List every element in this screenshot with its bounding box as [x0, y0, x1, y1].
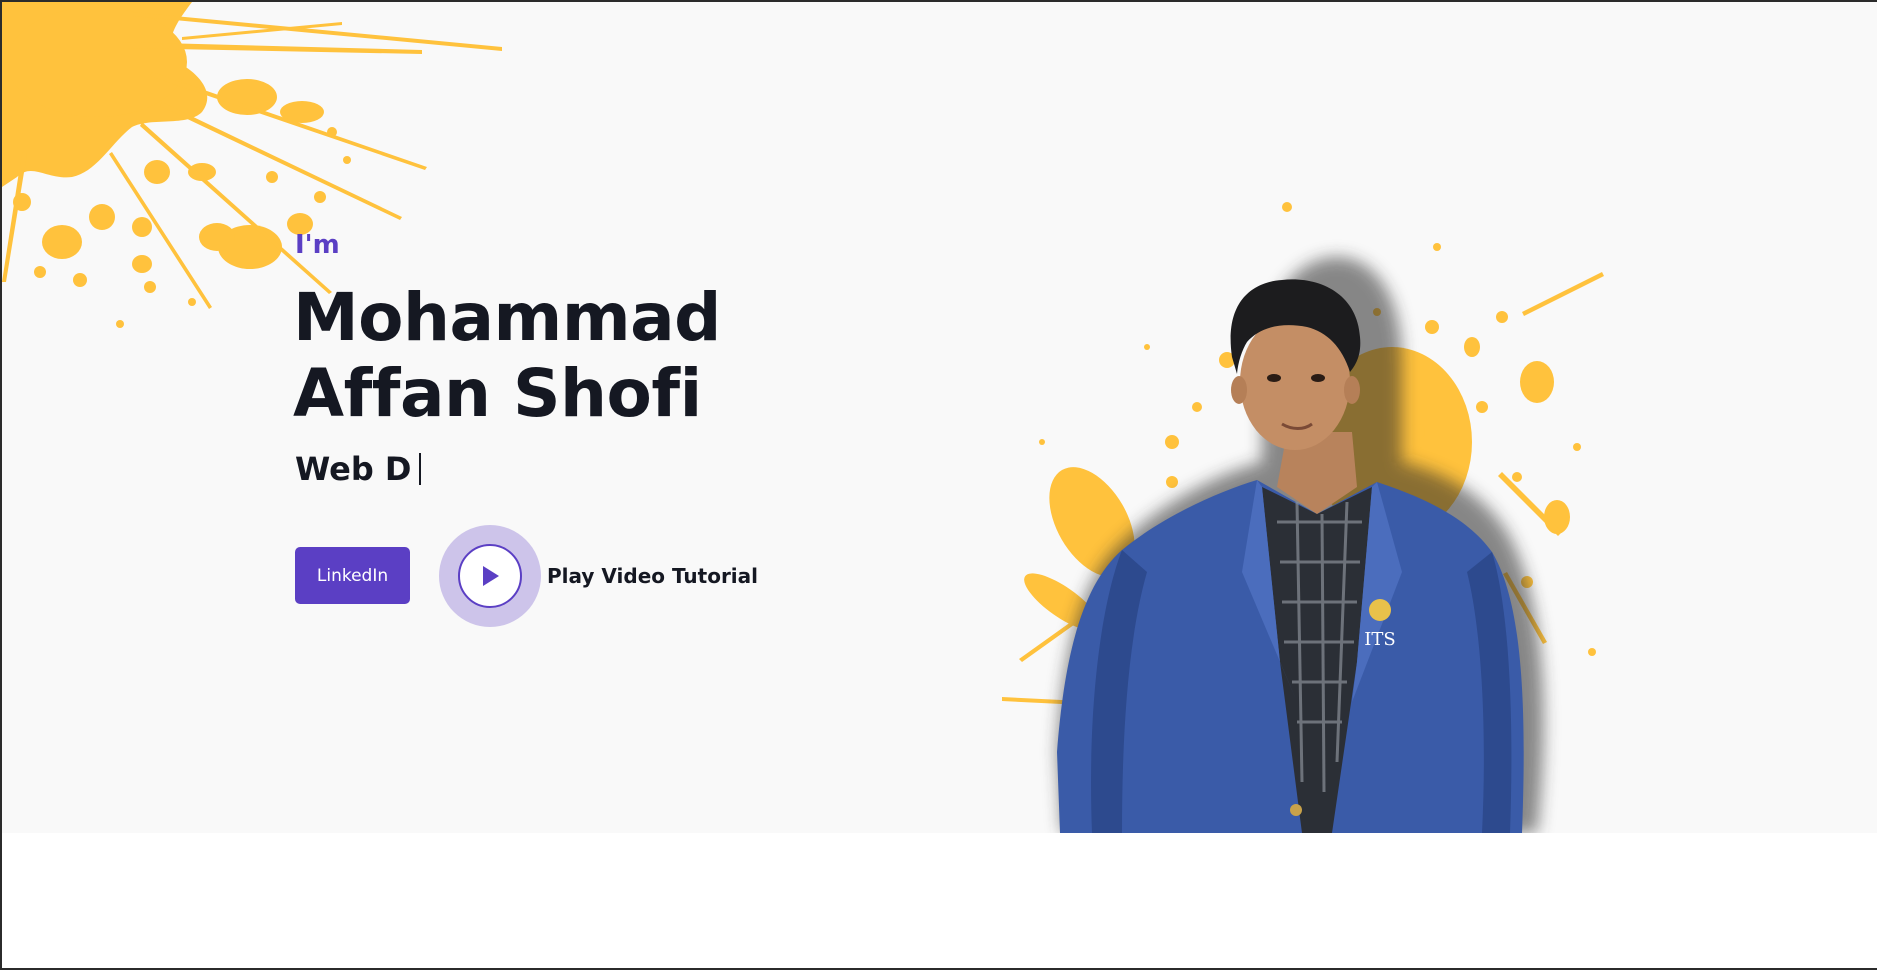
its-logo-icon: [1369, 599, 1391, 621]
play-video-button[interactable]: Play Video Tutorial: [439, 525, 758, 627]
play-video-label[interactable]: Play Video Tutorial: [547, 564, 758, 588]
play-button-halo[interactable]: [439, 525, 541, 627]
typed-role-text: Web D: [295, 450, 412, 488]
jacket-text: ITS: [1364, 629, 1395, 650]
intro-text: I'm: [295, 230, 340, 260]
typing-cursor: [419, 453, 422, 485]
portrait-photo: ITS: [1002, 202, 1604, 833]
linkedin-button[interactable]: LinkedIn: [295, 547, 410, 604]
typed-role: Web D: [295, 450, 422, 488]
browser-viewport: I'm Mohammad Affan Shofi Web D LinkedIn …: [0, 0, 1877, 970]
hero-section: I'm Mohammad Affan Shofi Web D LinkedIn …: [2, 2, 1877, 833]
play-icon: [483, 566, 499, 586]
hero-name: Mohammad Affan Shofi: [293, 279, 721, 432]
play-button-circle[interactable]: [458, 544, 522, 608]
